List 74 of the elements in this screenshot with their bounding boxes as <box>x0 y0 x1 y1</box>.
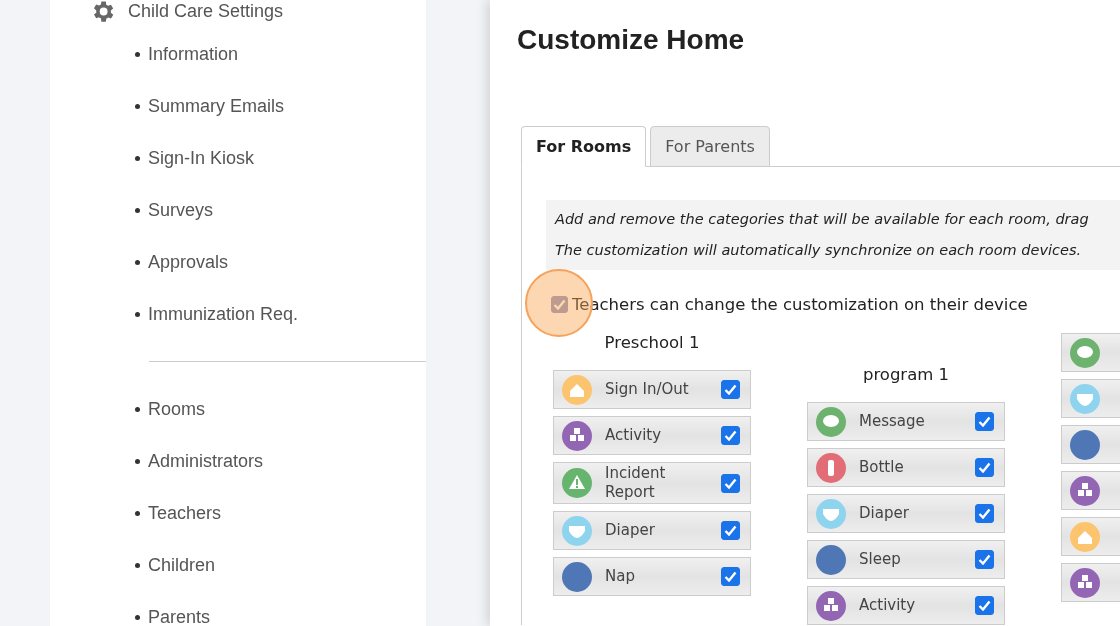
category-label: Sleep <box>859 550 902 569</box>
checkbox[interactable] <box>721 426 740 445</box>
bullet-icon <box>135 458 140 464</box>
diaper-icon <box>1070 383 1100 414</box>
checkbox[interactable] <box>721 473 740 493</box>
category-label: Message <box>859 412 926 431</box>
checkbox[interactable] <box>975 504 994 523</box>
bullet-icon <box>135 562 140 568</box>
sidebar-link[interactable]: Rooms <box>148 398 205 420</box>
diaper-icon <box>816 498 846 529</box>
chat-bubble-icon <box>1070 337 1100 368</box>
blocks-icon <box>1070 475 1100 506</box>
chat-bubble-icon <box>816 406 846 437</box>
checkbox[interactable] <box>975 550 994 569</box>
category-label: Nap <box>605 567 636 586</box>
category-tile[interactable]: Message <box>807 402 1005 441</box>
checkbox[interactable] <box>721 521 740 540</box>
category-label: Diaper <box>859 504 910 523</box>
checkbox[interactable] <box>721 567 740 586</box>
sidebar-link[interactable]: Teachers <box>148 502 222 524</box>
page-title: Customize Home <box>517 24 746 57</box>
category-tile[interactable]: Incident Report <box>553 462 751 504</box>
category-label: Incident Report <box>605 464 667 502</box>
category-tile[interactable]: Sleep <box>807 540 1005 579</box>
checkbox[interactable] <box>975 412 994 431</box>
blocks-icon <box>816 590 846 621</box>
category-tile[interactable]: Bottle <box>807 448 1005 487</box>
sidebar-link[interactable]: Children <box>148 554 216 576</box>
bullet-icon <box>135 406 140 412</box>
bullet-icon <box>135 51 140 57</box>
category-label: Activity <box>605 426 663 445</box>
warning-icon <box>562 468 592 498</box>
house-icon <box>562 374 592 405</box>
sidebar-link[interactable]: Administrators <box>148 450 264 472</box>
checkbox[interactable] <box>721 380 740 399</box>
category-label: Activity <box>859 596 917 615</box>
bullet-icon <box>135 259 140 265</box>
bullet-icon <box>135 207 140 213</box>
category-tile[interactable]: Diaper <box>807 494 1005 533</box>
category-label: Sign In/Out <box>605 380 690 399</box>
info-text: Add and remove the categories that will be available for each room, drag <box>555 210 1090 229</box>
tab[interactable]: For Parents <box>650 126 770 167</box>
bullet-icon <box>135 510 140 516</box>
checkbox[interactable] <box>975 458 994 477</box>
sidebar-link[interactable]: Immunization Req. <box>148 303 299 325</box>
bullet-icon <box>135 614 140 620</box>
room-title: program 1 <box>861 365 951 386</box>
bullet-icon <box>135 103 140 109</box>
category-tile[interactable]: Nap <box>553 557 751 596</box>
bullet-icon <box>135 311 140 317</box>
room-title: Preschool 1 <box>603 333 701 354</box>
category-label: Diaper <box>605 521 656 540</box>
sidebar-link[interactable]: Sign-In Kiosk <box>148 147 255 169</box>
sidebar-link[interactable]: Parents <box>148 606 211 626</box>
blocks-icon <box>562 420 592 451</box>
sidebar-link[interactable]: Information <box>148 43 239 65</box>
bullet-icon <box>135 155 140 161</box>
section-heading: Child Care Settings <box>128 0 284 22</box>
category-tile[interactable]: Diaper <box>553 511 751 550</box>
category-tile[interactable]: Sign In/Out <box>553 370 751 409</box>
house-icon <box>1070 521 1100 552</box>
sidebar-link[interactable]: Summary Emails <box>148 95 285 117</box>
checkbox[interactable] <box>975 596 994 615</box>
checkbox[interactable] <box>551 295 568 313</box>
sidebar-link[interactable]: Approvals <box>148 251 229 273</box>
category-tile[interactable]: Activity <box>807 586 1005 625</box>
category-label: Bottle <box>859 458 905 477</box>
sidebar-link[interactable]: Surveys <box>148 199 214 221</box>
info-text: The customization will automatically synchronize on each room devices. <box>555 241 1083 260</box>
tab[interactable]: For Rooms <box>521 126 647 167</box>
category-tile[interactable]: Activity <box>553 416 751 455</box>
blocks-icon <box>1070 567 1100 598</box>
diaper-icon <box>562 515 592 546</box>
bottle-icon <box>816 452 846 483</box>
